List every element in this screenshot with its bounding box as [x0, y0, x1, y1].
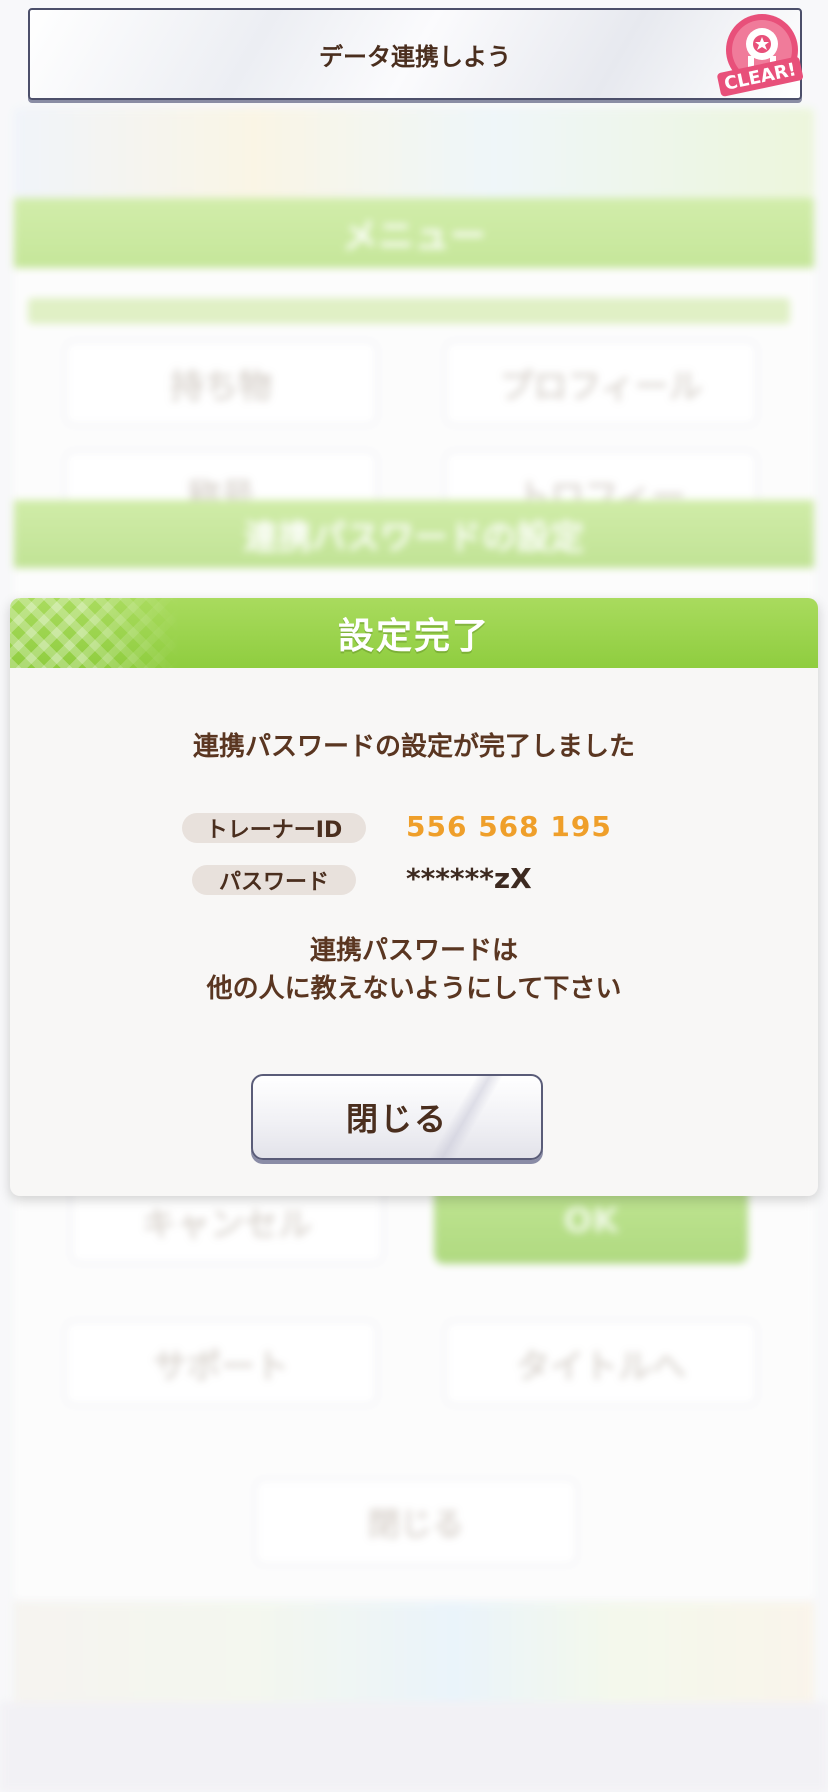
dialog-warning: 連携パスワードは 他の人に教えないようにして下さい: [10, 932, 818, 1008]
close-button[interactable]: 閉じる: [251, 1074, 543, 1160]
password-row: パスワード ******zX: [10, 860, 818, 900]
trainer-id-row: トレーナーID 556 568 195: [10, 808, 818, 848]
password-value: ******zX: [406, 862, 532, 895]
clear-badge-icon: CLEAR!: [717, 14, 803, 97]
trainer-id-value: 556 568 195: [406, 810, 612, 843]
header-pattern: [10, 598, 180, 668]
close-button-label: 閉じる: [345, 1100, 448, 1138]
setting-complete-dialog: 設定完了 連携パスワードの設定が完了しました トレーナーID 556 568 1…: [10, 598, 818, 1196]
dialog-message: 連携パスワードの設定が完了しました: [192, 732, 635, 762]
dialog-header: 設定完了: [10, 598, 818, 668]
trainer-id-label: トレーナーID: [182, 813, 366, 843]
mission-text: データ連携しよう: [319, 42, 511, 71]
dialog-title: 設定完了: [337, 616, 490, 657]
mission-banner[interactable]: データ連携しよう CLEAR!: [28, 8, 803, 100]
warning-line-1: 連携パスワードは: [309, 936, 518, 966]
warning-line-2: 他の人に教えないようにして下さい: [206, 974, 622, 1004]
password-label: パスワード: [192, 865, 356, 895]
